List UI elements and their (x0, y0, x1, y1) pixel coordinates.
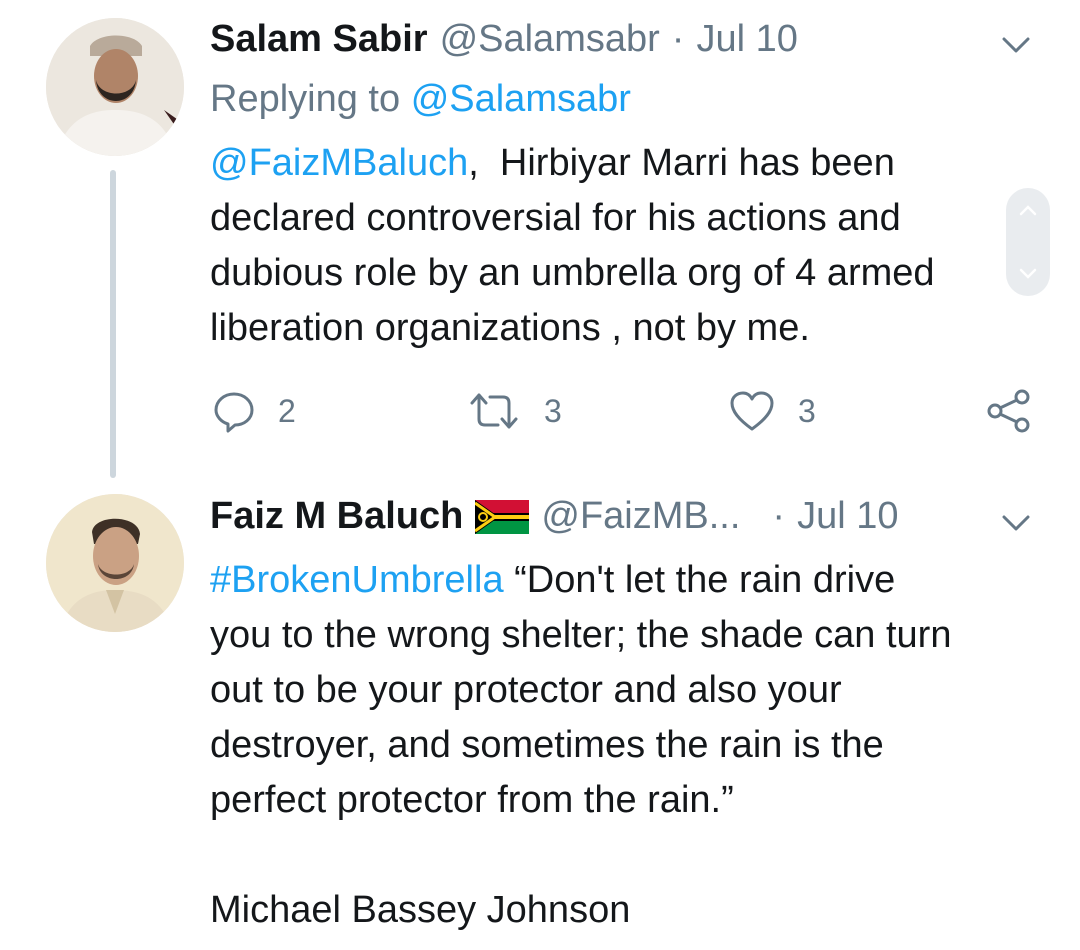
tweet-text-line: @FaizMBaluch, Hirbiyar Marri has been (210, 136, 1010, 191)
tweet-text-line: dubious role by an umbrella org of 4 arm… (210, 252, 935, 294)
avatar-salam-sabir[interactable] (46, 18, 184, 156)
tweet-text-line: perfect protector from the rain.” (210, 779, 734, 821)
tweet-date[interactable]: Jul 10 (696, 18, 797, 61)
display-name[interactable]: Faiz M Baluch (210, 495, 463, 538)
mention-link[interactable]: @FaizMBaluch (210, 142, 468, 184)
quote-attribution: Michael Bassey Johnson (210, 889, 631, 931)
tweet-header: Salam Sabir @Salamsabr · Jul 10 (210, 18, 798, 61)
avatar-faiz-m-baluch[interactable] (46, 494, 184, 632)
tweet-text-line: you to the wrong shelter; the shade can … (210, 614, 952, 656)
hashtag-link[interactable]: #BrokenUmbrella (210, 559, 504, 601)
user-handle[interactable]: @Salamsabr (440, 18, 660, 61)
like-button[interactable]: 3 (728, 386, 816, 436)
replying-handle-link[interactable]: @Salamsabr (411, 78, 631, 120)
replying-to: Replying to @Salamsabr (210, 78, 631, 121)
chevron-down-icon[interactable] (1000, 508, 1032, 536)
tweet-text-line: declared controversial for his actions a… (210, 197, 901, 239)
tweet-text-line: destroyer, and sometimes the rain is the (210, 724, 884, 766)
text-line-1: “Don't let the rain drive (514, 559, 896, 601)
tweet-text: #BrokenUmbrella “Don't let the rain driv… (210, 553, 1050, 938)
reply-count: 2 (278, 392, 296, 429)
avatar-photo (46, 494, 184, 632)
chevron-down-icon[interactable] (1000, 30, 1032, 58)
retweet-button[interactable]: 3 (466, 386, 562, 436)
vanuatu-flag-icon (475, 499, 530, 534)
user-handle[interactable]: @FaizMB... (541, 495, 740, 538)
tweet-header: Faiz M Baluch @FaizMB... · Jul 10 (210, 495, 898, 538)
tweet-text-line: liberation organizations , not by me. (210, 307, 810, 349)
scroll-handle[interactable] (1006, 188, 1050, 296)
reply-button[interactable]: 2 (212, 386, 296, 436)
mention-suffix: , (468, 142, 479, 184)
thread-connector-line (110, 170, 116, 478)
like-count: 3 (798, 392, 816, 429)
tweet-text: @FaizMBaluch, Hirbiyar Marri has been de… (210, 136, 1010, 356)
replying-prefix: Replying to (210, 78, 401, 120)
meta-separator: · (671, 18, 685, 60)
tweet-text-line: out to be your protector and also your (210, 669, 842, 711)
tweet-text-line: #BrokenUmbrella “Don't let the rain driv… (210, 553, 1050, 608)
share-button[interactable] (986, 388, 1032, 439)
tweet-date[interactable]: Jul 10 (797, 495, 898, 538)
chevron-up-icon[interactable] (1019, 204, 1037, 216)
chevron-down-icon[interactable] (1019, 268, 1037, 280)
display-name[interactable]: Salam Sabir (210, 18, 428, 61)
retweet-icon (470, 393, 518, 429)
heart-icon (730, 391, 774, 431)
text-line-1: Hirbiyar Marri has been (499, 142, 895, 184)
share-icon (987, 389, 1030, 433)
retweet-count: 3 (544, 392, 562, 429)
meta-separator: · (772, 495, 786, 537)
reply-icon (214, 392, 254, 433)
avatar-photo (46, 18, 184, 156)
